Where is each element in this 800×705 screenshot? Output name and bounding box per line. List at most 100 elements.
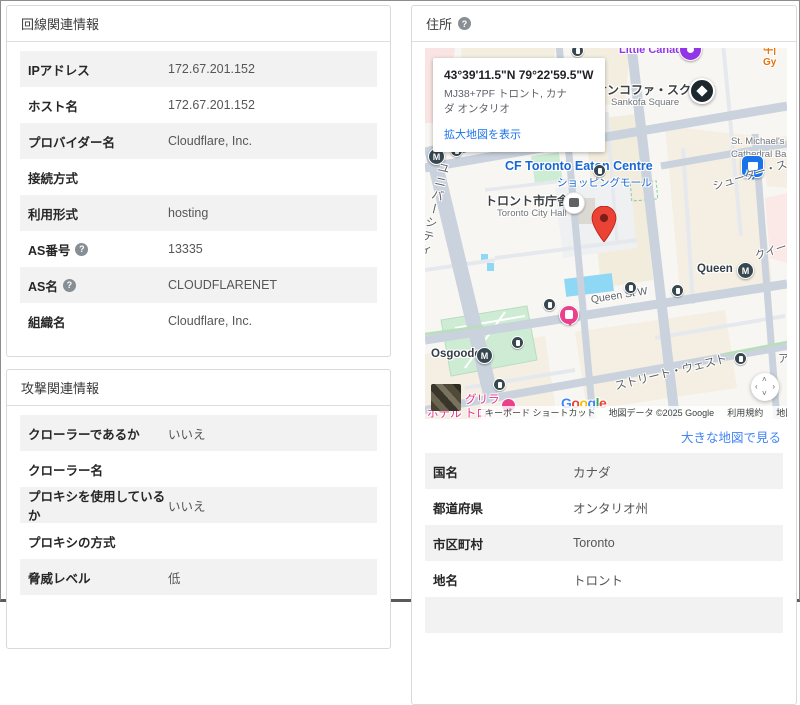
subway-station-icon[interactable]: M — [737, 262, 754, 279]
poi-label-eaton-centre-sub: ショッピングモール — [557, 177, 652, 189]
table-row: クローラー名 — [20, 451, 377, 487]
transit-stop-icon[interactable] — [671, 284, 684, 297]
attack-info-card: 攻撃関連情報 クローラーであるか いいえ クローラー名 プロキシを使用しているか… — [6, 369, 391, 649]
table-row: IPアドレス 172.67.201.152 — [20, 51, 377, 87]
view-larger-map-link[interactable]: 拡大地図を表示 — [444, 126, 594, 142]
info-window-address: MJ38+7PF トロント, カナダ オンタリオ — [444, 88, 567, 116]
row-label: 都道府県 — [433, 498, 573, 517]
row-label: 市区町村 — [433, 534, 573, 553]
row-label-text: プロキシを使用しているか — [28, 490, 166, 523]
table-row-partial — [425, 597, 783, 633]
attack-info-table: クローラーであるか いいえ クローラー名 プロキシを使用しているか いいえ プロ… — [7, 406, 390, 607]
row-label: クローラー名 — [28, 460, 168, 479]
city-hall-poi-icon[interactable] — [563, 192, 585, 214]
google-map-embed[interactable]: Little Canada 牛| Gy サンコファ・スクエア Sankofa S… — [425, 48, 787, 419]
row-label-text: AS名 — [28, 279, 58, 294]
map-info-window: 43°39'11.5"N 79°22'59.5"W MJ38+7PF トロント,… — [433, 58, 605, 153]
address-card: 住所 ? Little Canada 牛| Gy サンコファ・スクエア Sank… — [411, 5, 797, 705]
streetcar-stop-icon[interactable] — [559, 305, 579, 326]
row-label-text: クローラーであるか — [28, 427, 140, 442]
row-label: プロキシの方式 — [28, 532, 168, 551]
row-label-text: 脅威レベル — [28, 571, 91, 586]
row-label: 組織名 — [28, 312, 168, 331]
table-row: プロキシを使用しているか いいえ — [20, 487, 377, 523]
transit-stop-icon[interactable] — [734, 352, 747, 365]
address-card-header: 住所 ? — [412, 6, 796, 42]
table-row: 国名 カナダ — [425, 453, 783, 489]
table-row: AS名 ? CLOUDFLARENET — [20, 267, 377, 303]
table-row: クローラーであるか いいえ — [20, 415, 377, 451]
line-info-card: 回線関連情報 IPアドレス 172.67.201.152 ホスト名 172.67… — [6, 5, 391, 357]
table-row: 接続方式 — [20, 159, 377, 195]
table-row: AS番号 ? 13335 — [20, 231, 377, 267]
view-bigger-map-link[interactable]: 大きな地図で見る — [427, 427, 781, 446]
row-value: Toronto — [573, 536, 615, 550]
row-label: ホスト名 — [28, 96, 168, 115]
row-value: Cloudflare, Inc. — [168, 134, 253, 148]
row-value: Cloudflare, Inc. — [168, 314, 253, 328]
row-value: いいえ — [168, 499, 206, 514]
station-label-osgoode: Osgoode — [431, 348, 481, 360]
page: { "colors": { "link_blue": "#1a73e8", "v… — [0, 0, 800, 705]
table-row: ホスト名 172.67.201.152 — [20, 87, 377, 123]
table-row: 脅威レベル 低 — [20, 559, 377, 595]
map-data-attribution: 地図データ ©2025 Google — [608, 408, 715, 418]
table-row: 利用形式 hosting — [20, 195, 377, 231]
row-label: 利用形式 — [28, 204, 168, 223]
row-value: カナダ — [573, 465, 611, 480]
table-row: 地名 トロント — [425, 561, 783, 597]
row-label-text: プロバイダー名 — [28, 135, 116, 150]
poi-label-little-canada: Little Canada — [619, 48, 689, 56]
row-value: 172.67.201.152 — [168, 62, 255, 76]
transit-stop-icon[interactable] — [493, 378, 506, 391]
poi-label-eaton-centre: CF Toronto Eaton Centre — [505, 159, 653, 173]
line-info-table: IPアドレス 172.67.201.152 ホスト名 172.67.201.15… — [7, 42, 390, 351]
transit-stop-icon[interactable] — [543, 298, 556, 311]
location-pin-icon[interactable] — [591, 206, 617, 242]
attack-info-card-header: 攻撃関連情報 — [7, 370, 390, 406]
map-pan-control[interactable]: ˄ ˅ ‹ › — [751, 373, 779, 401]
poi-label-sankofa-square-en: Sankofa Square — [611, 97, 680, 108]
row-label-text: 地名 — [433, 573, 459, 588]
subway-station-icon[interactable]: M — [476, 347, 493, 364]
row-value: 13335 — [168, 242, 203, 256]
poi-label-restaurant: 牛| Gy — [763, 48, 777, 68]
street-view-thumbnail[interactable] — [431, 384, 461, 411]
table-row: 都道府県 オンタリオ州 — [425, 489, 783, 525]
row-value: オンタリオ州 — [573, 501, 649, 516]
help-icon[interactable]: ? — [62, 278, 76, 292]
card-title: 攻撃関連情報 — [21, 381, 100, 396]
row-label-text: クローラー名 — [28, 463, 104, 478]
table-row: プロキシの方式 — [20, 523, 377, 559]
row-label-text: IPアドレス — [28, 63, 90, 78]
transit-stop-icon[interactable] — [511, 336, 524, 349]
transit-stop-icon[interactable] — [624, 281, 637, 294]
row-label: クローラーであるか — [28, 424, 168, 443]
row-label: AS名 ? — [28, 276, 168, 295]
keyboard-shortcuts-button[interactable]: キーボード ショートカット — [485, 406, 596, 419]
street-label-clipped: ア — [778, 353, 787, 365]
terms-link[interactable]: 利用規約 — [727, 406, 763, 419]
row-value: いいえ — [168, 427, 206, 442]
row-value: 172.67.201.152 — [168, 98, 255, 112]
poi-label-city-hall-ja: トロント市庁舎 — [485, 194, 570, 208]
row-value: hosting — [168, 206, 209, 220]
report-map-error-link[interactable]: 地図の誤りを報告する — [776, 406, 787, 419]
table-row: 市区町村 Toronto — [425, 525, 783, 561]
card-title: 回線関連情報 — [21, 17, 100, 32]
row-label: 地名 — [433, 570, 573, 589]
row-label-text: 都道府県 — [433, 501, 484, 516]
row-label: プロキシを使用しているか — [28, 486, 168, 524]
row-label: IPアドレス — [28, 60, 168, 79]
row-value: トロント — [573, 573, 624, 588]
sankofa-square-poi-icon[interactable] — [689, 78, 715, 104]
row-value: CLOUDFLARENET — [168, 278, 278, 292]
table-row: プロバイダー名 Cloudflare, Inc. — [20, 123, 377, 159]
transit-stop-icon[interactable] — [593, 164, 606, 177]
row-label: AS番号 ? — [28, 240, 168, 259]
card-title: 住所 — [426, 17, 453, 32]
row-label-text: 接続方式 — [28, 171, 79, 186]
help-icon[interactable]: ? — [458, 17, 472, 30]
help-icon[interactable]: ? — [75, 242, 89, 256]
poi-label-city-hall-en: Toronto City Hall — [497, 208, 567, 219]
